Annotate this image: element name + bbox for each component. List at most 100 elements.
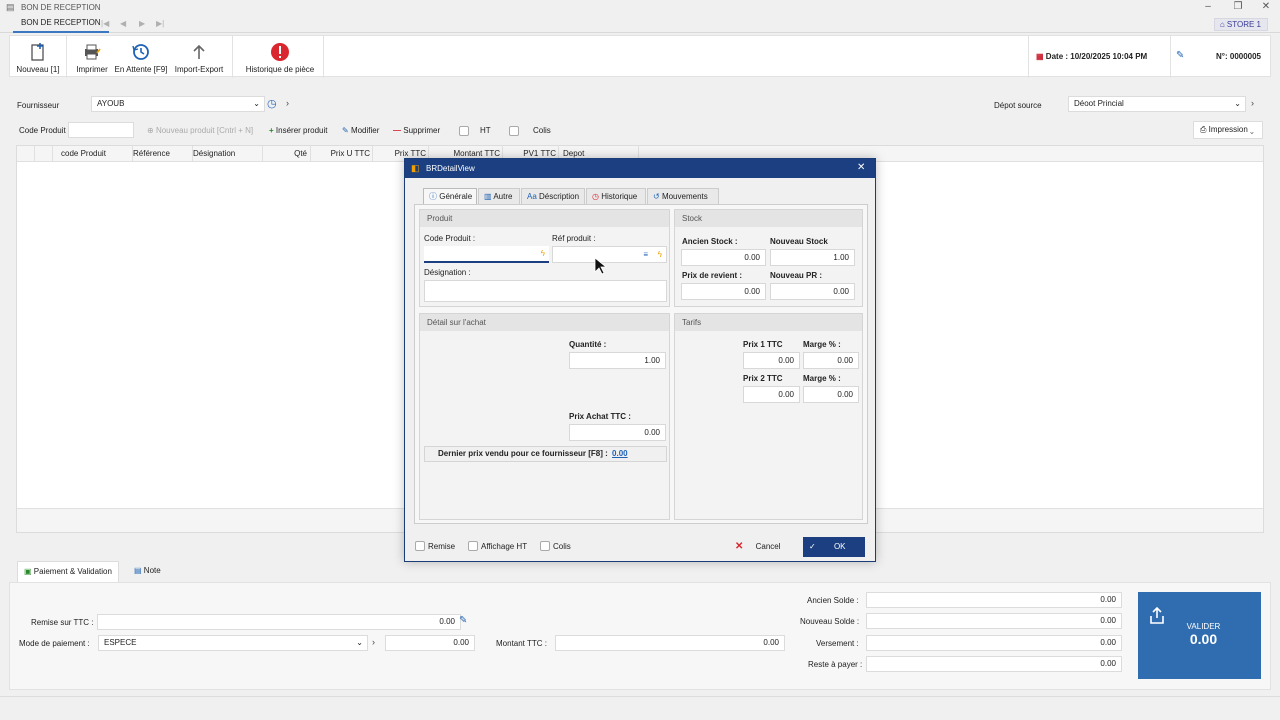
previous-record-icon[interactable]: ◀: [120, 19, 126, 28]
minimize-icon[interactable]: –: [1198, 1, 1218, 12]
prix1-input[interactable]: 0.00: [743, 352, 800, 369]
quantite-label: Quantité :: [569, 340, 607, 349]
inserer-produit-button[interactable]: + Insérer produit: [269, 126, 328, 135]
remise-label: Remise sur TTC :: [31, 618, 94, 627]
list-icon[interactable]: ≡: [643, 247, 648, 262]
chevron-right-icon[interactable]: ›: [286, 98, 289, 108]
lightning-icon[interactable]: ϟ: [541, 246, 545, 261]
code-produit-input[interactable]: ϟ: [424, 246, 549, 263]
tab-mouvements[interactable]: ↺ Mouvements: [647, 188, 719, 204]
last-record-icon[interactable]: ▶|: [156, 19, 164, 28]
modifier-button[interactable]: ✎ Modifier: [342, 126, 379, 135]
affichage-ht-checkbox[interactable]: [468, 541, 478, 551]
prix-achat-input[interactable]: 0.00: [569, 424, 666, 441]
quantite-input[interactable]: 1.00: [569, 352, 666, 369]
ok-button[interactable]: ✓ OK: [803, 537, 865, 557]
new-document-icon: [31, 43, 44, 61]
import-export-button[interactable]: Import-Export: [172, 36, 226, 78]
en-attente-label: En Attente [F9]: [114, 65, 168, 74]
marge1-input[interactable]: 0.00: [803, 352, 859, 369]
remise-checkbox[interactable]: [415, 541, 425, 551]
valider-button[interactable]: VALIDER 0.00: [1138, 592, 1261, 679]
remise-input[interactable]: 0.00: [97, 614, 461, 630]
nouveau-pr-field: 0.00: [770, 283, 855, 300]
first-record-icon[interactable]: |◀: [101, 19, 109, 28]
ribbon-separator: [1028, 36, 1029, 78]
dernier-prix-box: Dernier prix vendu pour ce fournisseur […: [424, 446, 667, 462]
stock-panel: Stock Ancien Stock : 0.00 Nouveau Stock …: [674, 209, 863, 307]
date-info: ▦ Date : 10/20/2025 10:04 PM: [1036, 36, 1147, 78]
nouveau-solde-label: Nouveau Solde :: [800, 617, 860, 626]
tab-description[interactable]: Aa Déscription: [521, 188, 585, 204]
modifier-label: Modifier: [350, 126, 380, 135]
supprimer-button[interactable]: — Supprimer: [393, 126, 440, 135]
app-logo-icon: ◧: [411, 163, 420, 173]
chevron-right-icon[interactable]: ›: [372, 637, 375, 647]
tab-generale-label: Générale: [439, 192, 473, 201]
tab-autre[interactable]: ▥ Autre: [478, 188, 520, 204]
cancel-label: Cancel: [755, 542, 781, 551]
ribbon-toolbar: Nouveau [1] Imprimer En Attente [F9] Imp…: [9, 35, 1271, 78]
code-produit-input[interactable]: [68, 122, 134, 138]
check-icon: ✓: [809, 542, 816, 551]
app-icon: ▤: [6, 2, 15, 12]
versement-label: Versement :: [816, 639, 859, 648]
grid-col-code[interactable]: code Produit: [53, 146, 133, 162]
lightning-icon[interactable]: ϟ: [658, 247, 662, 262]
history-icon[interactable]: ◷: [267, 97, 277, 110]
mouse-cursor-icon: [594, 257, 606, 275]
versement-field[interactable]: 0.00: [866, 635, 1122, 651]
grid-col-reference[interactable]: Référence: [133, 146, 193, 162]
tab-note[interactable]: ▤ Note: [128, 561, 167, 582]
next-record-icon[interactable]: ▶: [139, 19, 145, 28]
mode-amount-field[interactable]: 0.00: [385, 635, 475, 651]
marge1-label: Marge % :: [803, 340, 841, 349]
produit-header: Produit: [420, 210, 669, 227]
grid-col-prix-u[interactable]: Prix U TTC: [311, 146, 373, 162]
colis-checkbox[interactable]: [509, 126, 519, 136]
tarifs-panel: Tarifs Prix 1 TTC 0.00 Marge % : 0.00 Pr…: [674, 313, 863, 520]
restore-icon[interactable]: ❐: [1228, 1, 1248, 12]
grid-col-qte[interactable]: Qté: [263, 146, 311, 162]
cancel-button[interactable]: ✕ Cancel: [735, 537, 795, 557]
edit-pencil-icon[interactable]: ✎: [1176, 50, 1184, 61]
en-attente-button[interactable]: En Attente [F9]: [113, 36, 169, 78]
colis-dialog-checkbox[interactable]: [540, 541, 550, 551]
designation-input[interactable]: [424, 280, 667, 302]
ref-produit-input[interactable]: ≡ ϟ: [552, 246, 667, 263]
ht-checkbox[interactable]: [459, 126, 469, 136]
store-badge[interactable]: ⌂ STORE 1: [1213, 18, 1268, 31]
impression-button[interactable]: ⎙ Impression ⌄: [1193, 121, 1263, 139]
montant-ttc-field: 0.00: [555, 635, 785, 651]
historique-button[interactable]: Historique de pièce: [240, 36, 320, 78]
br-detail-dialog: ◧ BRDetailView ✕ ⓘ Générale ▥ Autre Aa D…: [404, 158, 876, 562]
prix2-input[interactable]: 0.00: [743, 386, 800, 403]
tab-paiement-validation[interactable]: ▣ Paiement & Validation: [17, 561, 119, 582]
achat-header: Détail sur l'achat: [420, 314, 669, 331]
chevron-right-icon[interactable]: ›: [1251, 98, 1254, 108]
nouveau-button[interactable]: Nouveau [1]: [16, 36, 60, 78]
ribbon-separator: [232, 36, 233, 78]
nouveau-solde-field: 0.00: [866, 613, 1122, 629]
upload-arrow-icon: [193, 44, 205, 59]
tab-historique[interactable]: ◷ Historique: [586, 188, 646, 204]
tab-generale[interactable]: ⓘ Générale: [423, 188, 477, 204]
nouveau-produit-button[interactable]: ⊕ Nouveau produit [Cntrl + N]: [147, 126, 253, 135]
marge2-input[interactable]: 0.00: [803, 386, 859, 403]
dialog-close-icon[interactable]: ✕: [857, 162, 865, 173]
depot-select[interactable]: Déoot Princial ⌄: [1068, 96, 1246, 112]
mode-paiement-select[interactable]: ESPECE ⌄: [98, 635, 368, 651]
calendar-icon: ▦: [1036, 52, 1044, 61]
close-icon[interactable]: ✕: [1256, 1, 1276, 12]
ribbon-separator: [1170, 36, 1171, 78]
edit-pencil-icon[interactable]: ✎: [459, 615, 467, 626]
document-number: N°: 0000005: [1216, 52, 1262, 61]
fournisseur-select[interactable]: AYOUB ⌄: [91, 96, 265, 112]
imprimer-button[interactable]: Imprimer: [72, 36, 112, 78]
dernier-prix-link[interactable]: 0.00: [612, 449, 628, 458]
prix-revient-field: 0.00: [681, 283, 766, 300]
ancien-solde-label: Ancien Solde :: [807, 596, 859, 605]
dernier-prix-label: Dernier prix vendu pour ce fournisseur […: [438, 449, 608, 458]
tab-bon-de-reception[interactable]: BON DE RECEPTION: [13, 16, 109, 33]
grid-col-designation[interactable]: Désignation: [193, 146, 263, 162]
